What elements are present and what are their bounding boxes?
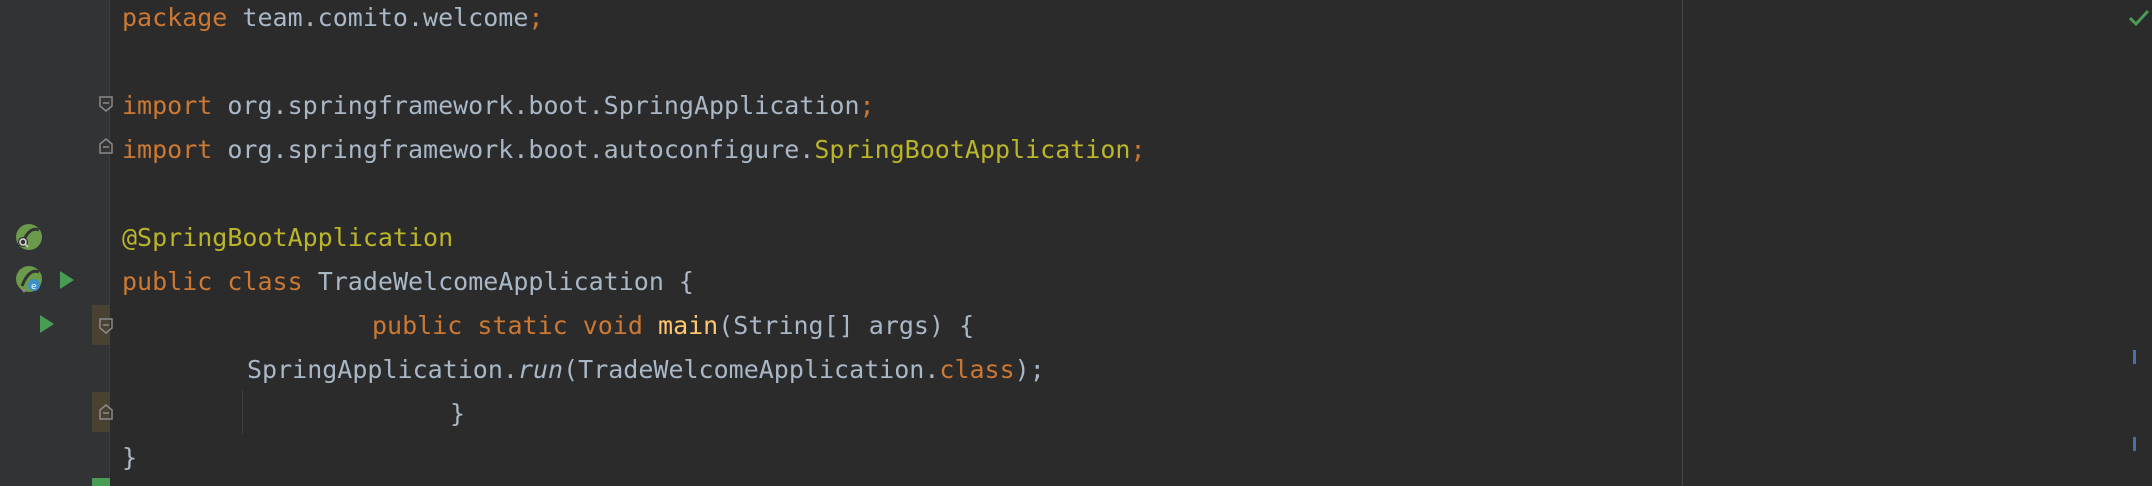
- code-line-import-1: import org.springframework.boot.SpringAp…: [122, 84, 875, 128]
- indent-guide: [242, 390, 243, 434]
- call-target: SpringApplication.: [247, 355, 518, 384]
- class-name: TradeWelcomeApplication {: [302, 267, 694, 296]
- keyword-package: package: [122, 3, 228, 32]
- code-line-import-2: import org.springframework.boot.autoconf…: [122, 128, 1146, 172]
- scrollbar-marker[interactable]: [2133, 350, 2136, 364]
- import-path: org.springframework.boot.SpringApplicati…: [212, 91, 860, 120]
- run-class-icon[interactable]: [58, 269, 76, 295]
- code-line-main-decl: public static void main(String[] args) {: [372, 304, 974, 348]
- fold-imports-end-icon[interactable]: [99, 138, 113, 154]
- keyword-static: static: [477, 311, 568, 340]
- closing-brace: }: [450, 399, 466, 428]
- code-line-method-close: }: [450, 392, 465, 436]
- semicolon: ;: [528, 3, 544, 32]
- code-line-class-close: }: [122, 436, 137, 480]
- keyword-class: class: [227, 267, 303, 296]
- fold-imports-icon[interactable]: [99, 96, 113, 112]
- right-margin-guide: [1682, 0, 1683, 486]
- import-path: org.springframework.boot.autoconfigure.: [212, 135, 815, 164]
- method-name: main: [658, 311, 719, 340]
- run-method-icon[interactable]: [38, 313, 56, 339]
- keyword-void: void: [582, 311, 643, 340]
- code-line-annotation: @SpringBootApplication: [122, 216, 453, 260]
- scrollbar-marker[interactable]: [2133, 437, 2136, 451]
- fold-method-end-icon[interactable]: [99, 404, 113, 420]
- fold-method-icon[interactable]: [99, 318, 113, 334]
- keyword-public: public: [122, 267, 213, 296]
- spring-bean-run-icon[interactable]: e: [14, 265, 48, 301]
- code-line-class-decl: public class TradeWelcomeApplication {: [122, 260, 694, 304]
- code-line-package: package team.comito.welcome;: [122, 0, 543, 40]
- method-params: (String[] args) {: [718, 311, 975, 340]
- spring-bean-search-icon[interactable]: [14, 222, 44, 256]
- svg-text:e: e: [31, 282, 37, 292]
- method-run: run: [517, 355, 564, 384]
- semicolon: ;: [859, 91, 875, 120]
- closing-brace: }: [122, 443, 138, 472]
- keyword-class: class: [939, 355, 1015, 384]
- change-marker: [92, 478, 110, 486]
- code-line-run-call: SpringApplication.run(TradeWelcomeApplic…: [247, 348, 1045, 392]
- import-annotation-class: SpringBootApplication: [814, 135, 1131, 164]
- keyword-public: public: [372, 311, 463, 340]
- keyword-import: import: [122, 91, 213, 120]
- keyword-import: import: [122, 135, 213, 164]
- call-end: );: [1014, 355, 1045, 384]
- semicolon: ;: [1130, 135, 1146, 164]
- annotation: @SpringBootApplication: [122, 223, 454, 252]
- package-name: team.comito.welcome: [227, 3, 529, 32]
- call-args: (TradeWelcomeApplication.: [563, 355, 940, 384]
- check-icon[interactable]: [2128, 8, 2150, 32]
